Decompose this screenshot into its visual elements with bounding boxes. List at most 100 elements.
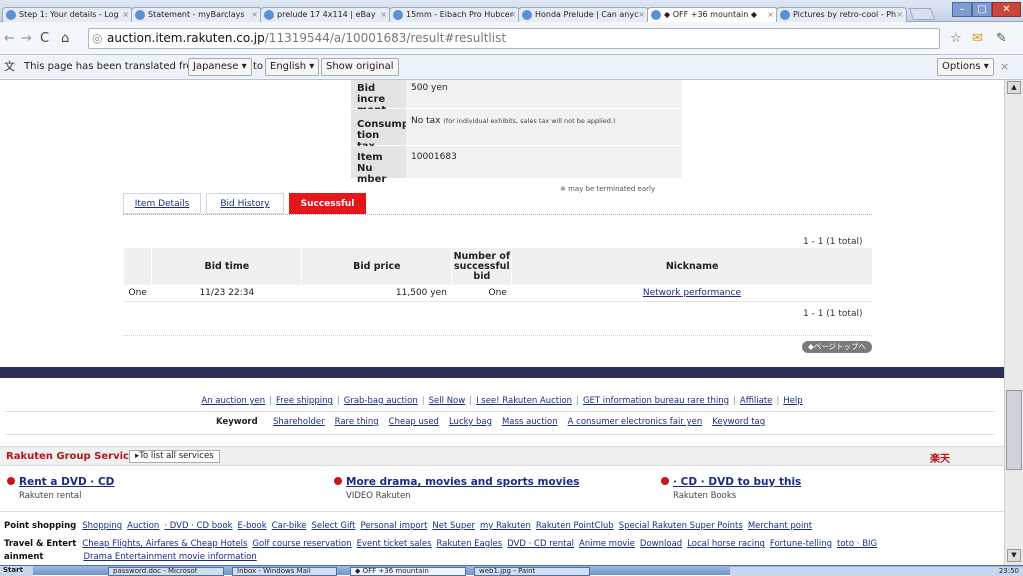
service-link[interactable]: DVD · CD rental [507, 539, 574, 549]
bullet-icon [661, 477, 669, 485]
cell-bid-time: 11/23 22:34 [151, 285, 302, 302]
keyword-link[interactable]: Cheap used [389, 417, 439, 427]
close-window-button[interactable]: ✕ [992, 2, 1021, 17]
keyword-link[interactable]: Lucky bag [449, 417, 492, 427]
service-link[interactable]: Golf course reservation [252, 539, 351, 549]
maximize-button[interactable]: □ [972, 2, 992, 17]
service-link[interactable]: Merchant point [748, 521, 812, 531]
service-link[interactable]: Net Super [432, 521, 475, 531]
browser-tab[interactable]: Pictures by retro-cool - Ph × [776, 7, 907, 22]
service-link[interactable]: Rakuten PointClub [536, 521, 614, 531]
page-top-button[interactable]: ◆ページトップへ [802, 341, 872, 353]
browser-tab[interactable]: ◆ OFF +36 mountain ◆ × [647, 7, 778, 23]
scroll-up-arrow[interactable]: ▲ [1007, 81, 1021, 94]
footer-link[interactable]: Sell Now [429, 396, 466, 406]
promo-sub: Rakuten rental [19, 491, 82, 501]
service-link[interactable]: E-book [238, 521, 267, 531]
separator: | [421, 396, 425, 406]
service-link[interactable]: toto · BIG [837, 539, 877, 549]
tab-close-icon[interactable]: × [767, 8, 774, 22]
new-tab-button[interactable] [908, 8, 936, 20]
footer-link[interactable]: Free shipping [276, 396, 333, 406]
service-link[interactable]: Fortune-telling [770, 539, 832, 549]
service-link[interactable]: my Rakuten [480, 521, 531, 531]
service-link[interactable]: Download [640, 539, 682, 549]
translate-options-button[interactable]: Options ▾ [937, 58, 994, 76]
keyword-link[interactable]: Mass auction [502, 417, 558, 427]
service-link[interactable]: Anime movie [579, 539, 635, 549]
service-link[interactable]: Auction [127, 521, 159, 531]
service-link[interactable]: · DVD · CD book [164, 521, 232, 531]
promo-sub: VIDEO Rakuten [346, 491, 411, 501]
keyword-link[interactable]: Shareholder [273, 417, 325, 427]
footer-link[interactable]: GET information bureau rare thing [583, 396, 729, 406]
service-link[interactable]: Rakuten Eagles [437, 539, 503, 549]
footer-link[interactable]: Help [783, 396, 802, 406]
service-link[interactable]: Personal import [361, 521, 428, 531]
nickname-link[interactable]: Network performance [643, 288, 741, 298]
tab-favicon-icon [6, 10, 16, 20]
tab-close-icon[interactable]: × [896, 8, 903, 22]
address-bar[interactable]: ◎ auction.item.rakuten.co.jp/11319544/a/… [88, 28, 940, 49]
service-link[interactable]: Drama Entertainment movie information [83, 552, 256, 562]
list-all-services-button[interactable]: ▸To list all services [129, 450, 220, 463]
tab-close-icon[interactable]: × [380, 8, 387, 22]
service-link[interactable]: Shopping [82, 521, 122, 531]
service-link[interactable]: Event ticket sales [357, 539, 432, 549]
divider [123, 335, 872, 336]
home-icon[interactable]: ⌂ [61, 31, 69, 46]
bookmark-star-icon[interactable]: ☆ [950, 31, 962, 46]
promo-link[interactable]: Rent a DVD · CD [19, 476, 114, 488]
scroll-down-arrow[interactable]: ▼ [1007, 549, 1021, 562]
divider [5, 434, 995, 435]
footer-link[interactable]: Grab-bag auction [344, 396, 418, 406]
browser-tab[interactable]: Statement - myBarclays × [131, 7, 262, 22]
separator: | [269, 396, 273, 406]
scroll-thumb[interactable] [1006, 390, 1022, 470]
footer-link[interactable]: Affiliate [740, 396, 773, 406]
service-link[interactable]: Special Rakuten Super Points [619, 521, 743, 531]
result-count-bottom: 1 - 1 (1 total) [803, 309, 863, 319]
tab-close-icon[interactable]: × [251, 8, 258, 22]
service-link[interactable]: Cheap Flights, Airfares & Cheap Hotels [82, 539, 247, 549]
service-link[interactable]: Local horse racing [687, 539, 765, 549]
reload-icon[interactable]: C [40, 31, 49, 46]
footer-link[interactable]: I see! Rakuten Auction [476, 396, 572, 406]
windows-taskbar: Start password.doc - Microsof Inbox - Wi… [0, 565, 1023, 576]
browser-tab[interactable]: prelude 17 4x114 | eBay × [260, 7, 391, 22]
tab-title: Step 1: Your details - Log [19, 10, 119, 19]
close-translate-icon[interactable]: × [1000, 55, 1009, 79]
tab-bid-history[interactable]: Bid History [206, 193, 284, 214]
tab-title: Pictures by retro-cool - Ph [793, 10, 897, 19]
tab-close-icon[interactable]: × [122, 8, 129, 22]
show-original-button[interactable]: Show original [321, 58, 399, 76]
footer-link[interactable]: An auction yen [201, 396, 265, 406]
tab-successful-bid[interactable]: Successful bidd [289, 193, 366, 229]
spec-key: Item Nu mber [351, 146, 406, 185]
tab-favicon-icon [264, 10, 274, 20]
minimize-button[interactable]: – [952, 2, 972, 17]
promo-link[interactable]: More drama, movies and sports movies [346, 476, 579, 488]
to-language-select[interactable]: English ▾ [265, 58, 320, 76]
back-icon[interactable]: ← [4, 31, 15, 46]
browser-tab[interactable]: Honda Prelude | Can anyc × [518, 7, 649, 22]
wrench-icon[interactable]: ✎ [996, 31, 1007, 46]
spec-value: 500 yen [406, 80, 682, 108]
browser-tab[interactable]: 15mm - Eibach Pro Hubcer × [389, 7, 520, 22]
tab-close-icon[interactable]: × [638, 8, 645, 22]
separator: | [776, 396, 780, 406]
forward-icon[interactable]: → [21, 31, 32, 46]
service-link[interactable]: Car-bike [272, 521, 307, 531]
tab-close-icon[interactable]: × [509, 8, 516, 22]
keyword-link[interactable]: Keyword tag [712, 417, 765, 427]
extension-icon[interactable]: ✉ [972, 31, 983, 46]
service-link[interactable]: Select Gift [311, 521, 355, 531]
keyword-link[interactable]: Rare thing [335, 417, 379, 427]
browser-tab[interactable]: Step 1: Your details - Log × [2, 7, 133, 22]
vertical-scrollbar[interactable]: ▲ ▼ [1004, 80, 1023, 565]
keyword-link[interactable]: A consumer electronics fair yen [568, 417, 703, 427]
from-language-select[interactable]: Japanese ▾ [188, 58, 252, 76]
tab-item-details[interactable]: Item Details [123, 193, 201, 214]
promo-link[interactable]: · CD · DVD to buy this [673, 476, 801, 488]
footer-row-travel: Travel & Entert Cheap Flights, Airfares &… [4, 539, 882, 549]
